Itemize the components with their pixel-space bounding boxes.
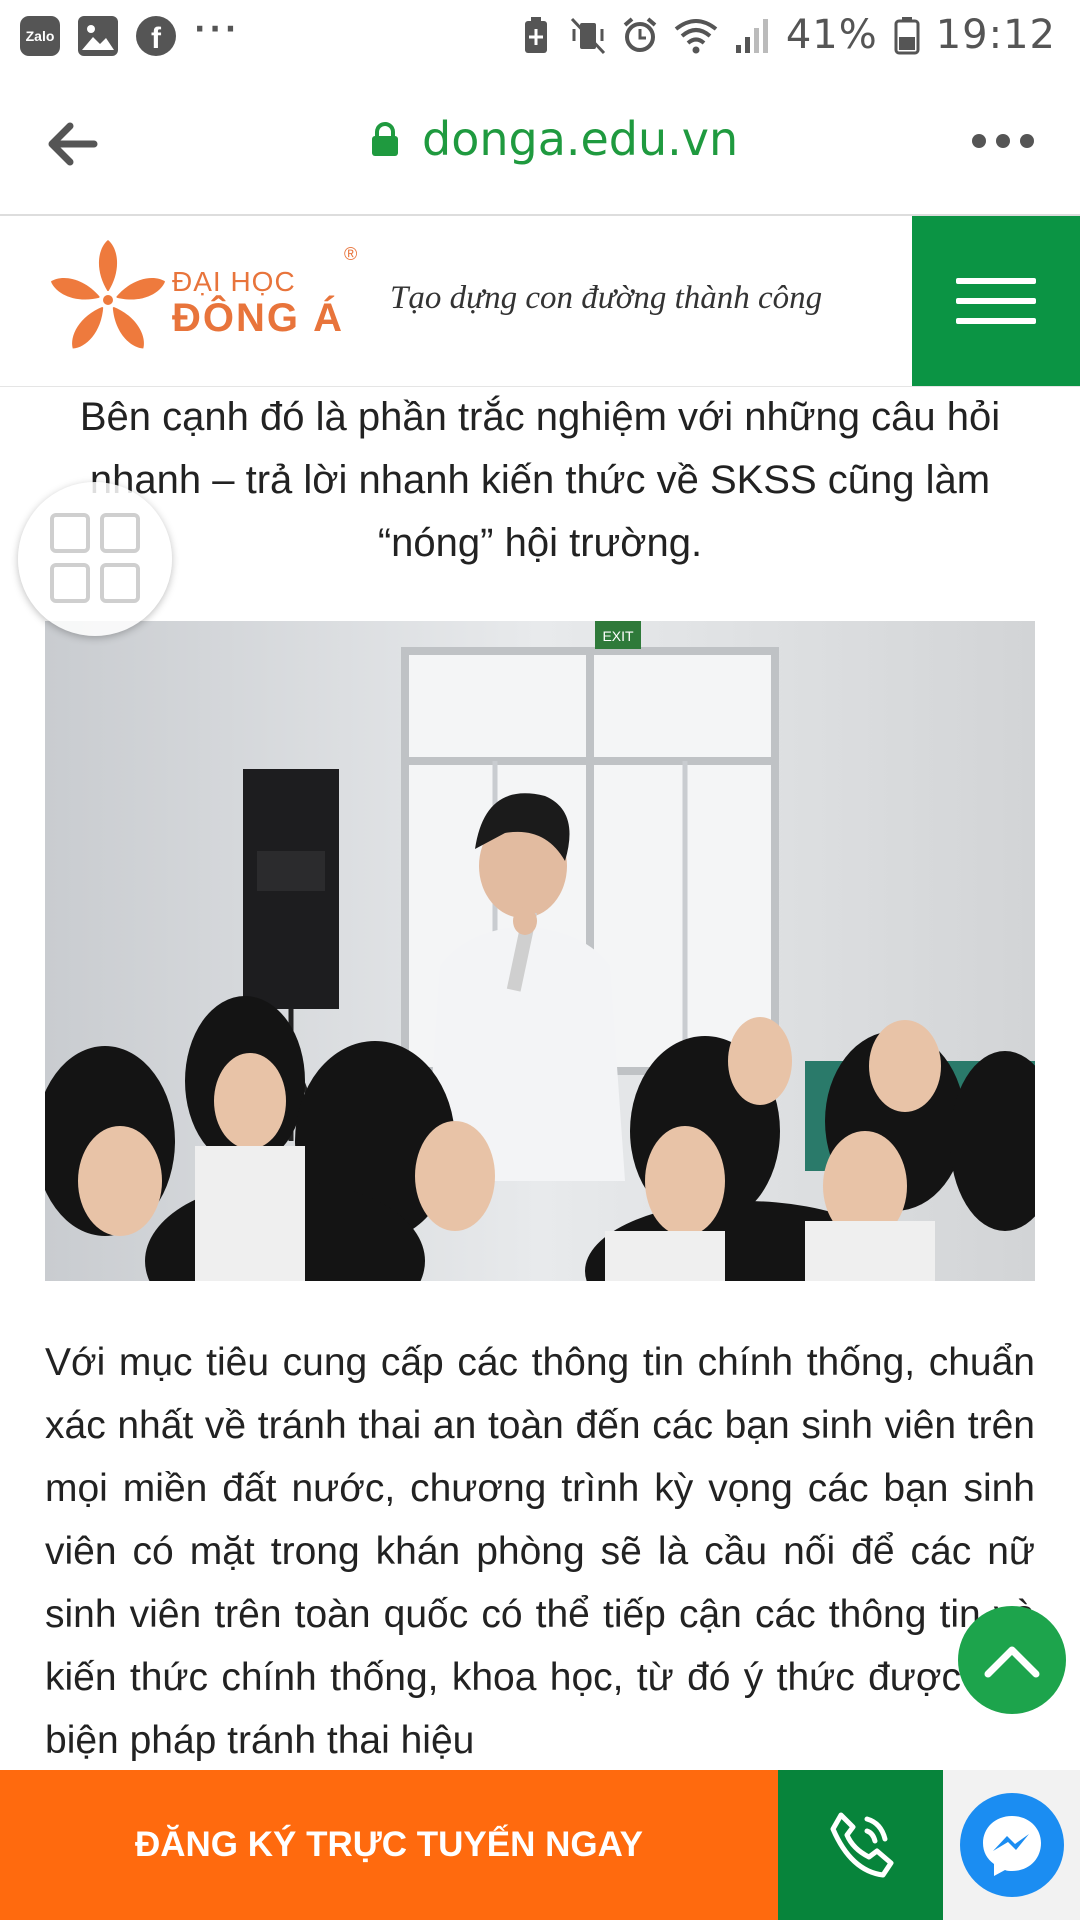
clock-time: 19:12 xyxy=(935,12,1056,58)
status-notification-icons: Zalo f ··· xyxy=(20,12,240,56)
vibrate-mute-icon xyxy=(570,17,605,55)
bottom-cta-bar: ĐĂNG KÝ TRỰC TUYẾN NGAY xyxy=(0,1770,1080,1920)
signal-icon xyxy=(735,19,768,53)
battery-icon xyxy=(894,17,920,55)
logo-text-line2: ĐÔNG Á xyxy=(172,296,344,340)
more-dot-icon xyxy=(972,134,986,148)
browser-menu-button[interactable] xyxy=(972,134,1034,148)
article-paragraph-top: Bên cạnh đó là phần trắc nghiệm với nhữn… xyxy=(79,395,1001,565)
wifi-icon xyxy=(674,19,718,54)
gallery-icon xyxy=(78,16,118,56)
hamburger-menu-button[interactable] xyxy=(912,216,1080,386)
site-header: ĐẠI HỌC ĐÔNG Á ® Tạo dựng con đường thàn… xyxy=(0,216,1080,387)
more-dot-icon xyxy=(996,134,1010,148)
messenger-area xyxy=(943,1770,1080,1920)
messenger-icon xyxy=(982,1816,1041,1876)
zalo-icon: Zalo xyxy=(20,16,60,56)
call-button[interactable] xyxy=(778,1770,943,1920)
status-bar: Zalo f ··· 41% 19:12 xyxy=(0,0,1080,72)
hamburger-icon xyxy=(956,318,1036,324)
lock-icon xyxy=(372,122,398,156)
battery-saver-icon xyxy=(524,17,547,53)
messenger-button[interactable] xyxy=(959,1793,1064,1897)
status-system-icons: 41% 19:12 xyxy=(518,12,1056,58)
more-dot-icon xyxy=(1020,134,1034,148)
alarm-icon xyxy=(623,17,657,52)
hamburger-icon xyxy=(956,298,1036,304)
hamburger-icon xyxy=(956,278,1036,284)
classroom-photo-illustration: EXIT xyxy=(45,621,1035,1281)
registered-mark: ® xyxy=(344,244,358,264)
back-arrow-icon[interactable] xyxy=(44,116,100,172)
grid-icon xyxy=(50,513,140,603)
browser-toolbar: donga.edu.vn xyxy=(0,72,1080,216)
exit-sign-text: EXIT xyxy=(602,628,634,644)
scroll-to-top-button[interactable] xyxy=(958,1606,1066,1714)
more-notifications-icon: ··· xyxy=(194,11,241,47)
address-bar[interactable]: donga.edu.vn xyxy=(370,112,738,166)
register-online-button[interactable]: ĐĂNG KÝ TRỰC TUYẾN NGAY xyxy=(0,1770,778,1920)
grid-menu-button[interactable] xyxy=(18,482,172,636)
chevron-up-icon xyxy=(984,1646,1040,1678)
logo-text-line1: ĐẠI HỌC xyxy=(172,266,296,297)
facebook-icon: f xyxy=(136,16,176,56)
article-paragraph-main: Với mục tiêu cung cấp các thông tin chín… xyxy=(45,1341,1035,1762)
phone-icon xyxy=(830,1812,893,1878)
article-photo[interactable]: EXIT xyxy=(45,621,1035,1281)
url-text: donga.edu.vn xyxy=(422,112,739,166)
battery-percent: 41% xyxy=(785,12,878,58)
site-slogan: Tạo dựng con đường thành công xyxy=(390,280,823,316)
dong-a-flower-logo-icon[interactable] xyxy=(46,238,170,362)
